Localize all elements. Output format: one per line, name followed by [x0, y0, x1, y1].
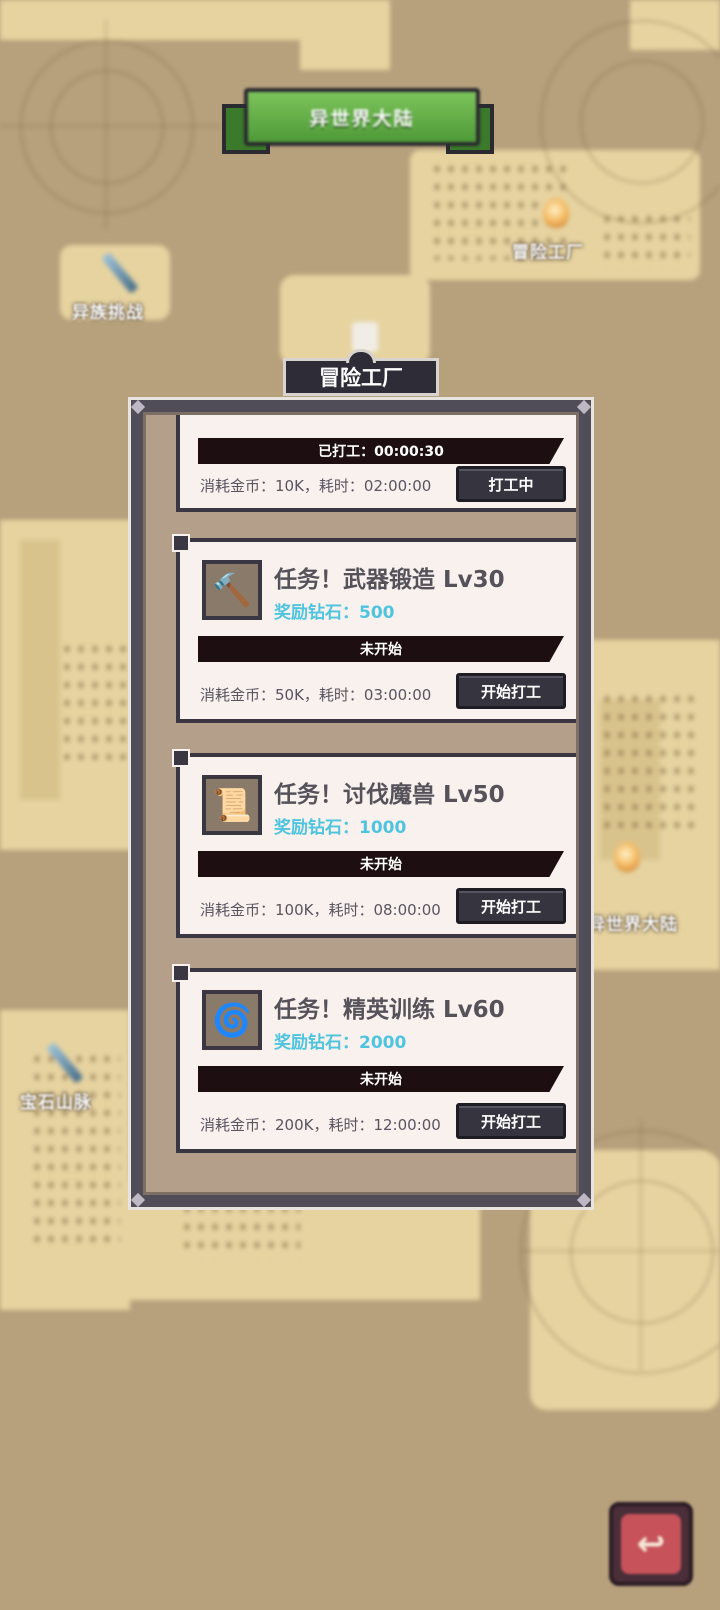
task-status: 未开始 [360, 857, 402, 873]
map-location-gem-mountains[interactable]: 宝石山脉 [20, 1088, 92, 1113]
task-cost: 消耗金币：100K，耗时：08:00:00 [200, 901, 441, 919]
working-button[interactable]: 打工中 [456, 466, 566, 502]
map-location-otherworld-continent[interactable]: 异世界大陆 [588, 910, 678, 935]
map-pin-icon [614, 842, 640, 872]
job-progress-bar: 已打工：00:00:30 [198, 438, 564, 464]
task-status-bar: 未开始 [198, 636, 564, 662]
task-reward: 奖励钻石：2000 [274, 1033, 407, 1053]
task-title: 任务！讨伐魔兽 Lv50 [274, 782, 505, 808]
panel-title-text: 冒险工厂 [319, 366, 403, 390]
start-work-button[interactable]: 开始打工 [456, 888, 566, 924]
panel-title: 冒险工厂 [283, 349, 439, 396]
back-button[interactable]: ↩ [609, 1502, 693, 1586]
task-card-active: 已打工：00:00:30 消耗金币：10K，耗时：02:00:00 打工中 [176, 415, 576, 512]
beast-scroll-icon: 📜 [202, 775, 262, 835]
task-list[interactable]: 已打工：00:00:30 消耗金币：10K，耗时：02:00:00 打工中 🔨 … [143, 412, 579, 1195]
hammer-scroll-icon: 🔨 [202, 560, 262, 620]
task-card: 🌀 任务！精英训练 Lv60 奖励钻石：2000 未开始 消耗金币：200K，耗… [172, 964, 576, 1153]
task-status: 未开始 [360, 642, 402, 658]
panel-corner-ornament [127, 1189, 149, 1211]
panel-corner-ornament [573, 1189, 595, 1211]
task-cost: 消耗金币：50K，耗时：03:00:00 [200, 686, 432, 704]
map-pin-icon [543, 198, 569, 228]
task-reward: 奖励钻石：500 [274, 603, 395, 623]
task-status-bar: 未开始 [198, 851, 564, 877]
region-banner: 异世界大陆 [222, 82, 494, 156]
task-title: 任务！精英训练 Lv60 [274, 997, 505, 1023]
banner-title: 异世界大陆 [244, 88, 480, 146]
task-reward: 奖励钻石：1000 [274, 818, 407, 838]
return-arrow-icon: ↩ [621, 1514, 681, 1574]
task-card: 🔨 任务！武器锻造 Lv30 奖励钻石：500 未开始 消耗金币：50K，耗时：… [172, 534, 576, 723]
map-location-race-challenge[interactable]: 异族挑战 [72, 298, 144, 323]
task-status: 未开始 [360, 1072, 402, 1088]
panel-corner-ornament [573, 396, 595, 418]
map-location-adventure-factory[interactable]: 冒险工厂 [512, 238, 584, 263]
job-elapsed-time: 已打工：00:00:30 [318, 444, 444, 460]
task-title: 任务！武器锻造 Lv30 [274, 567, 505, 593]
start-work-button[interactable]: 开始打工 [456, 1103, 566, 1139]
task-status-bar: 未开始 [198, 1066, 564, 1092]
task-card: 📜 任务！讨伐魔兽 Lv50 奖励钻石：1000 未开始 消耗金币：100K，耗… [172, 749, 576, 938]
training-scroll-icon: 🌀 [202, 990, 262, 1050]
adventure-factory-panel: 已打工：00:00:30 消耗金币：10K，耗时：02:00:00 打工中 🔨 … [128, 397, 594, 1210]
scroll-icon [352, 322, 378, 352]
task-cost: 消耗金币：200K，耗时：12:00:00 [200, 1116, 441, 1134]
task-cost: 消耗金币：10K，耗时：02:00:00 [200, 477, 432, 495]
start-work-button[interactable]: 开始打工 [456, 673, 566, 709]
panel-corner-ornament [127, 396, 149, 418]
